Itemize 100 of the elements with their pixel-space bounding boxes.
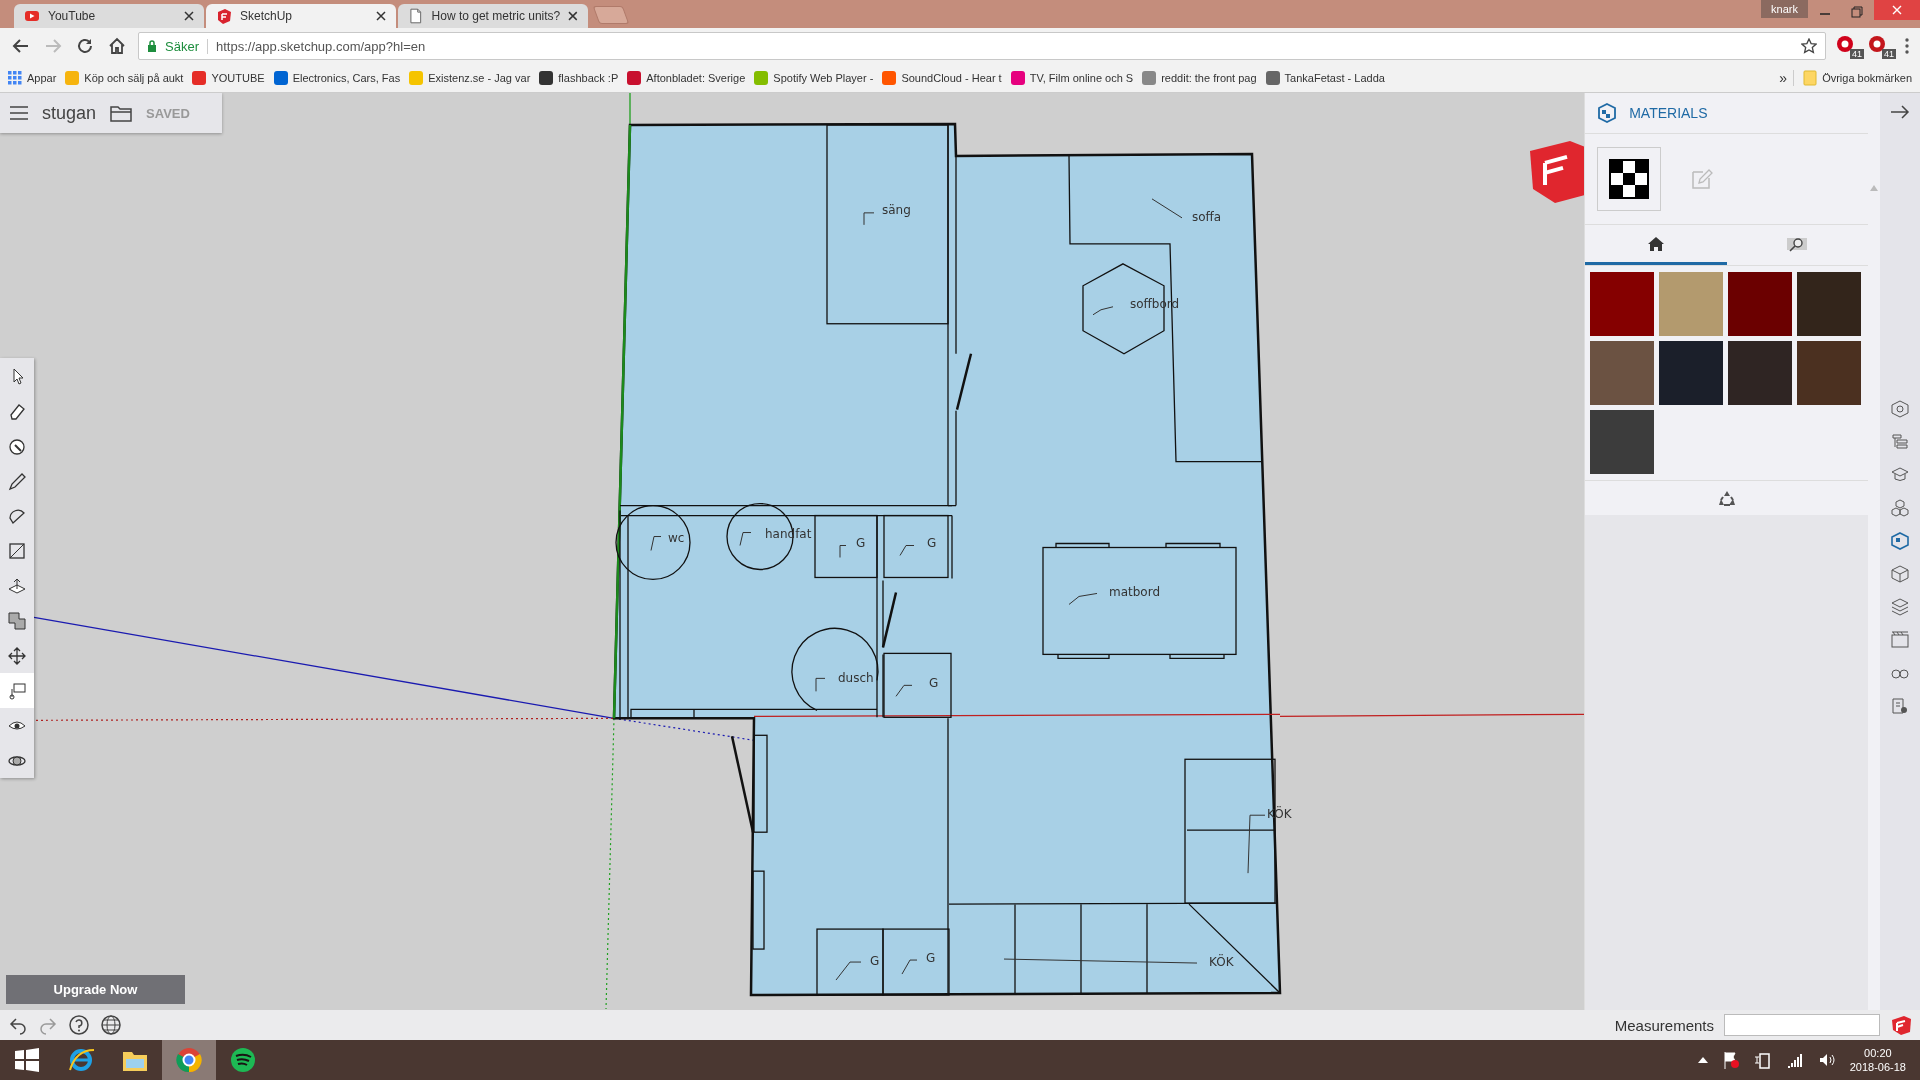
help-icon[interactable] [68,1014,90,1036]
bookmark[interactable]: Aftonbladet: Sverige [627,71,746,85]
measurements-label: Measurements [1614,1016,1714,1034]
clock-time[interactable]: 00:20 [1864,1047,1892,1059]
count-badge: 41 [1882,49,1896,59]
folder-icon[interactable] [110,104,133,122]
material-swatch[interactable] [1659,341,1724,405]
file-name[interactable]: stugan [42,102,97,124]
globe-icon[interactable] [100,1014,122,1036]
material-swatch[interactable] [1728,272,1793,336]
security-label: Säker [165,38,208,54]
recycle-icon[interactable] [1717,489,1736,507]
bookmark[interactable]: SoundCloud - Hear t [882,71,1002,85]
material-swatch[interactable] [1728,341,1793,405]
plan-label: dusch [838,671,874,686]
plan-label: G [856,536,866,551]
youtube-icon [24,8,40,24]
upgrade-button[interactable]: Upgrade Now [6,975,185,1004]
components-panel-icon[interactable] [1891,499,1909,517]
favicon-icon [539,71,554,85]
instructor-panel-icon[interactable] [1891,400,1909,418]
text-tool-icon [7,680,27,701]
back-icon[interactable] [12,37,30,55]
favicon-icon [65,71,80,85]
close-icon [1892,5,1902,15]
address-field[interactable]: Säker https://app.sketchup.com/app?hl=en [138,32,1826,60]
plan-label: matbord [1109,585,1160,600]
close-icon[interactable] [376,11,386,21]
windows-icon [13,1046,41,1074]
plan-label: G [927,536,937,551]
outliner-panel-icon[interactable] [1891,433,1909,451]
material-swatch[interactable] [1659,272,1724,336]
battery-icon[interactable] [1753,1051,1772,1069]
close-icon[interactable] [184,11,194,21]
bookmark[interactable]: flashback :P [539,71,619,85]
entity-panel-icon[interactable] [1891,697,1909,715]
bookmark[interactable]: TV, Film online och S [1010,71,1134,85]
reload-icon[interactable] [76,37,94,55]
material-swatch[interactable] [1590,272,1655,336]
menu-icon[interactable] [1904,37,1910,55]
bookmark[interactable]: YOUTUBE [192,71,265,85]
bookmark-folder[interactable]: Övriga bokmärken [1803,70,1912,86]
bookmark[interactable]: Köp och sälj på aukt [65,71,184,85]
browser-tab[interactable]: SketchUp [206,4,396,28]
measurements-field[interactable] [1724,1014,1880,1036]
favicon-icon [1142,71,1157,85]
bookmark[interactable]: Existenz.se - Jag var [409,71,531,85]
caret-up-icon[interactable] [1697,1057,1708,1063]
count-badge: 41 [1850,49,1864,59]
layers-panel-icon[interactable] [1891,598,1909,616]
logo-icon [216,8,232,24]
bookmark[interactable]: reddit: the front pag [1142,71,1257,85]
favicon-icon [627,71,642,85]
url-text: https://app.sketchup.com/app?hl=en [215,38,427,54]
plan-label: G [926,951,936,966]
materials-panel-icon[interactable] [1891,532,1909,550]
plan-label: soffa [1192,209,1222,224]
plan-label: G [870,954,880,969]
checker-icon [1609,159,1650,199]
move-tool-icon [7,645,27,666]
folder-icon [1803,70,1818,86]
clock-date[interactable]: 2018-06-18 [1849,1061,1906,1073]
learn-panel-icon[interactable] [1891,466,1909,484]
star-icon[interactable] [1801,38,1817,54]
plan-label: wc [668,530,685,545]
signal-icon[interactable] [1785,1051,1804,1069]
styles-panel-icon[interactable] [1891,565,1909,583]
favicon-icon [273,71,288,85]
material-swatch[interactable] [1797,341,1862,405]
menu-icon[interactable] [10,106,28,120]
plan-label: säng [882,202,911,217]
home-icon [1646,235,1665,252]
material-swatch[interactable] [1590,410,1655,474]
bookmark[interactable]: Spotify Web Player - [754,71,874,85]
home-icon[interactable] [108,37,126,55]
close-icon[interactable] [568,11,578,21]
flag-icon[interactable] [1721,1051,1740,1069]
material-swatch[interactable] [1590,341,1655,405]
profile-name[interactable]: knark [1761,0,1808,18]
favicon-icon [409,71,424,85]
material-swatch[interactable] [1797,272,1862,336]
page-icon [408,8,424,24]
favicon-icon [754,71,769,85]
favicon-icon [1010,71,1025,85]
bookmark[interactable]: TankaFetast - Ladda [1265,71,1385,85]
offset-tool-icon [7,610,27,631]
cube-icon [1597,103,1618,123]
bookmark[interactable]: Electronics, Cars, Fas [273,71,401,85]
browser-tab[interactable]: How to get metric units? [398,4,588,28]
browser-tab[interactable]: YouTube [14,4,204,28]
collapse-arrow-icon[interactable] [1890,105,1910,119]
scenes-panel-icon[interactable] [1891,631,1909,649]
undo-icon[interactable] [8,1015,28,1035]
browser-icon [67,1046,95,1074]
more-bookmarks-button[interactable]: » [1773,70,1795,86]
bookmark[interactable]: Appar [8,71,57,85]
logo-icon [1890,1014,1912,1036]
favicon-icon [1265,71,1280,85]
plan-label: G [929,676,939,691]
favicon-icon [882,71,897,85]
